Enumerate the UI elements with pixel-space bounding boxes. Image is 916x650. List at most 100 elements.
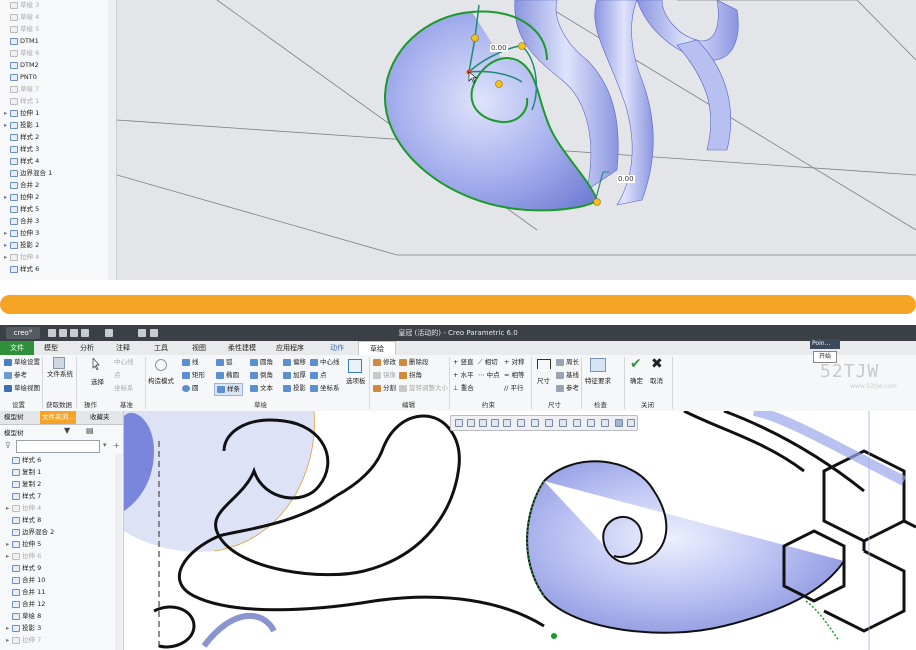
equal-constraint-button[interactable]: = 相等 [504,370,525,381]
menu-sketch[interactable]: 草绘 [358,341,396,356]
filter-icon[interactable]: ⊽ [5,441,11,450]
text-button[interactable]: 文本 [250,383,273,394]
cancel-x-icon[interactable]: ✖ [651,356,663,372]
tree-row[interactable]: 复制 1 [6,466,41,478]
tree-search-input[interactable] [16,440,100,453]
saved-orientations-icon[interactable] [517,419,525,427]
group-constraint[interactable]: 约束 [482,399,495,409]
tree-row[interactable]: 样式 6 [4,263,39,275]
tree-settings-icon[interactable]: ▼ [64,426,74,436]
tree-row[interactable]: ▸ 拉伸 1 [4,107,39,119]
sketcher-display-icon[interactable] [601,419,609,427]
menu-file[interactable]: 文件 [0,341,34,355]
menu-annotate[interactable]: 注释 [108,341,138,355]
tree-columns-icon[interactable]: ▤ [86,426,96,436]
ok-check-icon[interactable]: ✔ [630,356,642,372]
select-arrow-icon[interactable] [92,357,100,371]
sketch-view-toolbar-icon[interactable] [531,419,539,427]
menu-flexible-modeling[interactable]: 柔性建模 [222,341,262,355]
tree-row[interactable]: ▸ 拉伸 2 [4,191,39,203]
menu-model[interactable]: 模型 [36,341,66,355]
menu-applications[interactable]: 应用程序 [270,341,310,355]
dimension-label[interactable]: 0.00 [490,44,508,52]
tree-row[interactable]: 边界混合 2 [6,526,54,538]
mirror-button[interactable]: 镜像 [373,370,396,381]
delete-segment-button[interactable]: 删除段 [399,357,429,368]
group-operations[interactable]: 操作 [84,399,97,409]
tree-row[interactable]: 样式 1 [4,95,39,107]
tree-row[interactable]: 合并 12 [6,598,45,610]
rotate-resize-button[interactable]: 旋转调整大小 [399,383,448,394]
sketch-setup-button[interactable]: 草绘设置 [4,357,40,368]
menu-tools[interactable]: 工具 [146,341,176,355]
tree-row[interactable]: ▸ 投影 3 [6,622,41,634]
display-style-icon[interactable] [503,419,511,427]
arc-button[interactable]: 弧 [216,357,233,368]
group-close[interactable]: 关闭 [641,399,654,409]
project-button[interactable]: 投影 [283,383,306,394]
tree-row[interactable]: 样式 2 [4,131,39,143]
group-setup[interactable]: 设置 [12,399,25,409]
parallel-constraint-button[interactable]: // 平行 [504,383,523,394]
tab-favorites[interactable]: 收藏夹 [90,411,110,424]
tree-row[interactable]: 合并 3 [4,215,39,227]
feature-requirements-button[interactable]: 特征要求 [585,376,611,387]
coord-sys-button-disabled[interactable]: 坐标系 [114,383,134,394]
tree-row[interactable]: 合并 2 [4,179,39,191]
tree-row[interactable]: DTM1 [4,35,39,47]
cancel-button[interactable]: 取消 [650,376,663,387]
group-sketch[interactable]: 草绘 [254,399,267,409]
tab-model-tree[interactable]: 模型树 [4,411,24,424]
rectangle-button[interactable]: 矩形 [182,370,205,381]
tree-row[interactable]: ▸ 投影 2 [4,239,39,251]
dimension-label[interactable]: 0.00 [617,175,635,183]
chamfer-button[interactable]: 倒角 [250,370,273,381]
sketch-centerline-button[interactable]: 中心线 [310,357,340,368]
grid-icon[interactable] [615,419,623,427]
tree-row[interactable]: 草绘 4 [4,11,39,23]
repaint-icon[interactable] [491,419,499,427]
tree-row[interactable]: 复制 2 [6,478,41,490]
circle-button[interactable]: 圆 [182,383,199,394]
offset-button[interactable]: 偏移 [283,357,306,368]
tree-row[interactable]: 边界混合 1 [4,167,52,179]
select-button[interactable]: 选择 [91,377,104,388]
menu-action[interactable]: 动作 [322,341,352,355]
zoom-out-icon[interactable] [479,419,487,427]
tree-row[interactable]: 草绘 7 [4,83,39,95]
thicken-button[interactable]: 加厚 [283,370,306,381]
tree-row[interactable]: ▸ 拉伸 6 [6,550,41,562]
tree-row[interactable]: ▸ 拉伸 3 [4,227,39,239]
graphics-area[interactable] [124,411,916,650]
tree-row[interactable]: 合并 11 [6,586,45,598]
tree-row[interactable]: PNT0 [4,71,37,83]
sketch-coord-sys-button[interactable]: 坐标系 [310,383,340,394]
tree-row[interactable]: ▸ 拉伸 4 [6,502,41,514]
group-datum[interactable]: 基准 [120,399,133,409]
modify-button[interactable]: 修改 [373,357,396,368]
perimeter-button[interactable]: 周长 [556,357,579,368]
tree-row[interactable]: 草绘 5 [4,23,39,35]
annotation-display-icon[interactable] [559,419,567,427]
tree-row[interactable]: ▸ 投影 1 [4,119,39,131]
construct-mode-button[interactable]: 构造模式 [148,376,174,387]
tree-add-icon[interactable]: + [113,441,120,450]
baseline-button[interactable]: 基线 [556,370,579,381]
dimension-button[interactable]: 尺寸 [537,376,550,387]
tree-search-expand-icon[interactable]: ▾ [103,441,107,449]
tree-row[interactable]: 样式 4 [4,155,39,167]
view-manager-icon[interactable] [587,419,595,427]
menu-view[interactable]: 视图 [184,341,214,355]
sketch-point-button[interactable]: 点 [310,370,327,381]
menu-analysis[interactable]: 分析 [72,341,102,355]
fillet-button[interactable]: 圆角 [250,357,273,368]
tree-row[interactable]: 样式 7 [6,490,41,502]
tree-row[interactable]: 合并 10 [6,574,45,586]
symmetric-constraint-button[interactable]: + 对称 [504,357,525,368]
group-edit[interactable]: 编辑 [402,399,415,409]
tree-row[interactable]: 样式 9 [6,562,41,574]
tree-row[interactable]: 样式 6 [6,454,41,466]
tree-row[interactable]: 样式 3 [4,143,39,155]
tree-row[interactable]: 草绘 3 [4,0,39,11]
tree-row[interactable]: DTM2 [4,59,39,71]
